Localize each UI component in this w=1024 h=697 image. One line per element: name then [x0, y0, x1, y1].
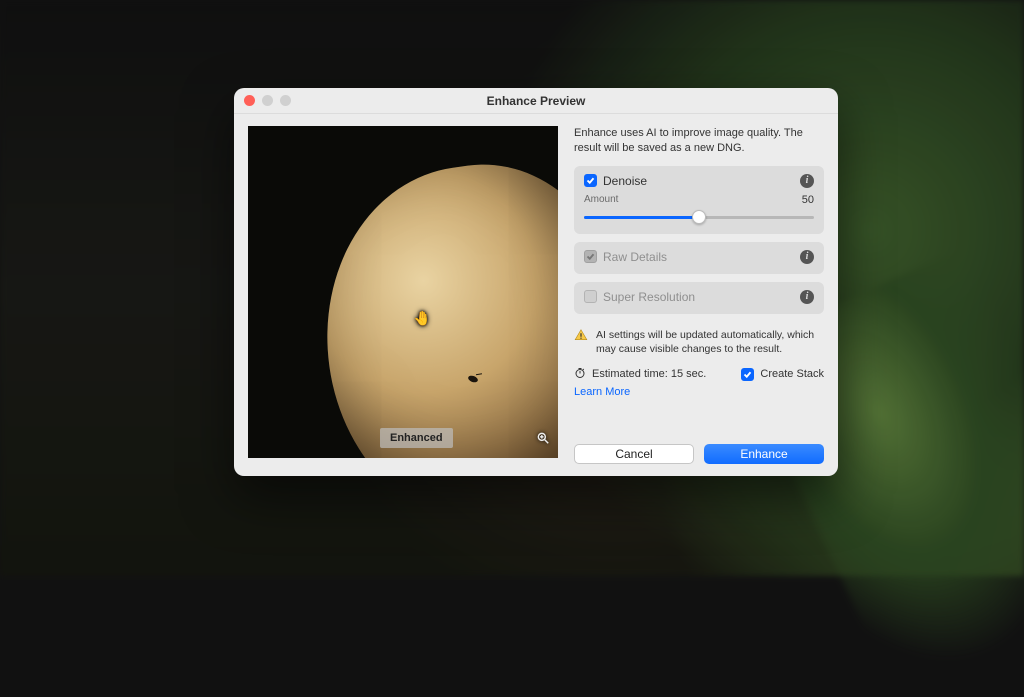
dialog-title: Enhance Preview [234, 94, 838, 108]
hand-cursor-icon: ✋ [413, 310, 430, 327]
estimated-time: Estimated time: 15 sec. [592, 368, 706, 380]
titlebar: Enhance Preview [234, 88, 838, 114]
super-resolution-info-icon[interactable]: i [800, 290, 814, 304]
super-resolution-panel: Super Resolution i [574, 282, 824, 314]
super-resolution-label: Super Resolution [603, 290, 794, 304]
raw-details-panel: Raw Details i [574, 242, 824, 274]
close-window-button[interactable] [244, 95, 255, 106]
enhance-preview-dialog: Enhance Preview ✋ Enhanced Enhance uses … [234, 88, 838, 476]
cancel-button[interactable]: Cancel [574, 444, 694, 464]
window-controls [234, 95, 291, 106]
raw-details-label: Raw Details [603, 250, 794, 264]
super-resolution-checkbox [584, 290, 597, 303]
raw-details-checkbox [584, 250, 597, 263]
warning-row: AI settings will be updated automaticall… [574, 328, 824, 356]
timer-icon [574, 367, 586, 382]
preview-image[interactable]: ✋ Enhanced [248, 126, 558, 458]
denoise-panel: Denoise i Amount 50 [574, 166, 824, 234]
amount-value[interactable]: 50 [784, 194, 814, 206]
minimize-window-button [262, 95, 273, 106]
warning-icon [574, 328, 588, 356]
dialog-description: Enhance uses AI to improve image quality… [574, 126, 824, 156]
amount-slider[interactable] [584, 210, 814, 224]
create-stack-label: Create Stack [760, 368, 824, 380]
denoise-info-icon[interactable]: i [800, 174, 814, 188]
enhanced-badge: Enhanced [380, 428, 453, 448]
zoom-window-button [280, 95, 291, 106]
create-stack-checkbox[interactable] [741, 368, 754, 381]
learn-more-link[interactable]: Learn More [574, 386, 824, 398]
zoom-icon[interactable] [536, 431, 550, 450]
denoise-checkbox[interactable] [584, 174, 597, 187]
amount-label: Amount [584, 194, 618, 205]
denoise-label: Denoise [603, 174, 794, 188]
warning-text: AI settings will be updated automaticall… [596, 328, 824, 356]
raw-details-info-icon[interactable]: i [800, 250, 814, 264]
enhance-button[interactable]: Enhance [704, 444, 824, 464]
